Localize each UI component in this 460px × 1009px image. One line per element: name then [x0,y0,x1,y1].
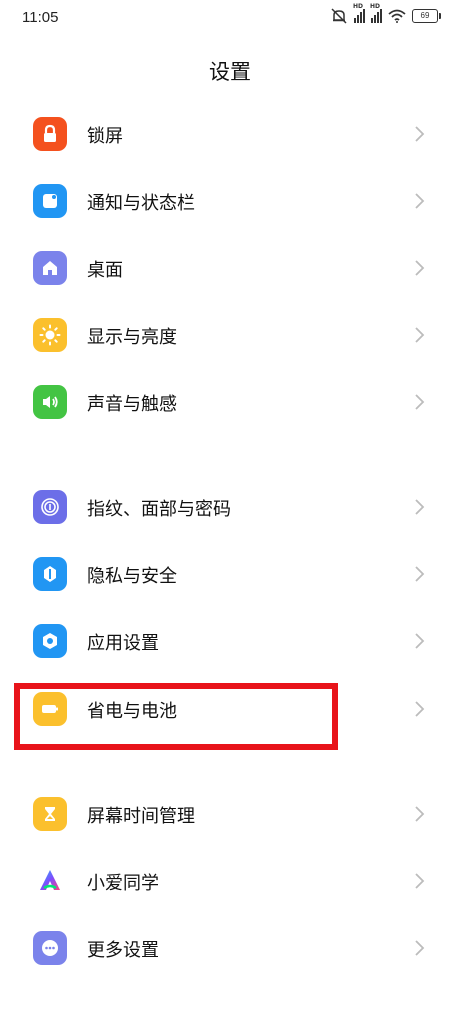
xiaoai-icon [33,864,67,898]
hd-label-2: HD [370,3,381,10]
chevron-right-icon [415,940,425,956]
sun-icon [33,318,67,352]
chevron-right-icon [415,394,425,410]
settings-item-privacy[interactable]: 隐私与安全 [0,544,460,604]
settings-item-label: 小爱同学 [87,873,159,894]
settings-item-label: 指纹、面部与密码 [87,499,231,520]
chevron-right-icon [415,806,425,822]
home-icon [33,251,67,285]
mute-bell-icon [331,8,347,24]
chevron-right-icon [415,566,425,582]
page-title: 设置 [209,60,251,84]
settings-item-label: 隐私与安全 [87,566,177,587]
settings-item-more[interactable]: 更多设置 [0,918,460,978]
status-time: 11:05 [22,9,59,26]
speaker-icon [33,385,67,419]
settings-item-label: 屏幕时间管理 [87,806,195,827]
hd-label: HD [353,3,364,10]
settings-item-label: 显示与亮度 [87,327,177,348]
chevron-right-icon [415,126,425,142]
settings-item-desktop[interactable]: 桌面 [0,238,460,298]
chevron-right-icon [415,193,425,209]
settings-item-label: 应用设置 [87,633,159,654]
lock-icon [33,117,67,151]
settings-item-xiaoai[interactable]: 小爱同学 [0,851,460,911]
hourglass-icon [33,797,67,831]
highlight-box [14,683,338,750]
settings-item-label: 更多设置 [87,940,159,961]
privacy-icon [33,557,67,591]
signal-icon-2: HD [370,3,382,23]
settings-item-display[interactable]: 显示与亮度 [0,305,460,365]
notification-icon [33,184,67,218]
more-icon [33,931,67,965]
settings-item-notifications[interactable]: 通知与状态栏 [0,171,460,231]
settings-item-apps[interactable]: 应用设置 [0,611,460,671]
chevron-right-icon [415,633,425,649]
settings-item-sound[interactable]: 声音与触感 [0,372,460,432]
battery-indicator: 69 [412,9,441,23]
chevron-right-icon [415,873,425,889]
status-icons: HD HD 69 [330,3,441,24]
settings-item-label: 声音与触感 [87,394,177,415]
settings-item-screen-time[interactable]: 屏幕时间管理 [0,784,460,844]
chevron-right-icon [415,499,425,515]
chevron-right-icon [415,327,425,343]
settings-item-label: 通知与状态栏 [87,193,195,214]
settings-item-label: 桌面 [87,260,123,281]
signal-icon: HD [353,3,365,23]
wifi-icon [388,9,406,23]
status-bar: 11:05 HD HD 69 [0,0,460,40]
fingerprint-icon [33,490,67,524]
chevron-right-icon [415,701,425,717]
settings-item-fingerprint[interactable]: 指纹、面部与密码 [0,477,460,537]
app-settings-icon [33,624,67,658]
settings-item-lock-screen[interactable]: 锁屏 [0,104,460,164]
settings-item-label: 锁屏 [87,126,123,147]
chevron-right-icon [415,260,425,276]
